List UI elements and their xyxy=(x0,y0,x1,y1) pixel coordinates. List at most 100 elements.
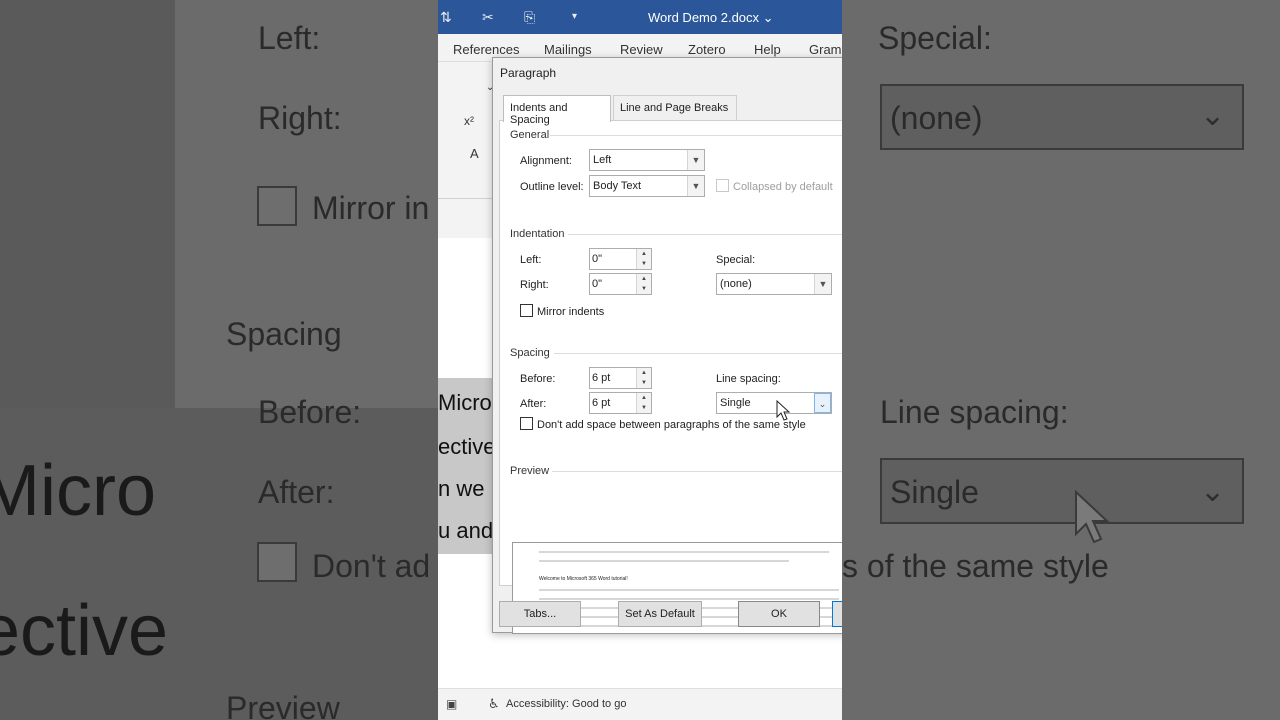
mouse-cursor-icon xyxy=(776,400,791,421)
section-rule xyxy=(568,234,842,235)
spacing-after-spinner[interactable]: 6 pt ▲ ▼ xyxy=(589,392,652,414)
autosave-icon[interactable]: ⇅ xyxy=(440,9,452,26)
tabs-button[interactable]: Tabs... xyxy=(499,601,581,627)
spin-down-icon[interactable]: ▼ xyxy=(637,378,651,388)
bg-same-style-label: s of the same style xyxy=(842,548,1109,584)
cut-icon[interactable]: ✂ xyxy=(482,9,494,26)
paste-icon[interactable]: ⎘ xyxy=(524,9,535,26)
page-view-icon[interactable]: ▣ xyxy=(446,697,457,711)
outline-level-label: Outline level: xyxy=(520,181,584,193)
bg-preview-label: Preview xyxy=(226,690,340,720)
bg-special-value: (none) xyxy=(890,100,983,136)
bg-after-label: After: xyxy=(258,474,335,510)
preview-previous-line xyxy=(539,560,789,562)
spacing-after-label: After: xyxy=(520,398,547,410)
background-right-zoom: Special: (none) ⌄ Line spacing: Single ⌄… xyxy=(842,0,1280,720)
superscript-icon[interactable]: x² xyxy=(464,114,474,128)
doc-line-2: ective xyxy=(438,434,496,459)
bg-doc-text-1: Micro xyxy=(0,451,156,531)
section-rule xyxy=(554,353,842,354)
bg-line-spacing-label: Line spacing: xyxy=(880,394,1069,430)
spin-up-icon[interactable]: ▲ xyxy=(637,368,651,378)
special-dropdown-arrow-icon[interactable]: ▼ xyxy=(814,274,831,294)
spacing-before-spinner[interactable]: 6 pt ▲ ▼ xyxy=(589,367,652,389)
bg-mirror-label: Mirror in xyxy=(312,190,430,226)
tab-zotero[interactable]: Zotero xyxy=(688,42,726,57)
set-as-default-button[interactable]: Set As Default xyxy=(618,601,702,627)
collapsed-by-default-checkbox[interactable] xyxy=(716,179,729,192)
bg-dont-add-label: Don't ad xyxy=(312,548,431,584)
preview-previous-line xyxy=(539,551,829,553)
tab-review[interactable]: Review xyxy=(620,42,663,57)
tab-references[interactable]: References xyxy=(453,42,519,57)
ok-button[interactable]: OK xyxy=(738,601,820,627)
line-spacing-select[interactable]: Single ⌄ xyxy=(716,392,832,414)
ruler xyxy=(438,198,498,199)
dont-add-space-label: Don't add space between paragraphs of th… xyxy=(537,419,806,431)
section-rule xyxy=(550,135,842,136)
bg-left-label: Left: xyxy=(258,20,321,56)
mirror-indents-label: Mirror indents xyxy=(537,306,605,318)
section-preview: Preview xyxy=(510,465,550,477)
special-value: (none) xyxy=(720,278,752,290)
section-general: General xyxy=(510,129,550,141)
spin-down-icon[interactable]: ▼ xyxy=(637,284,651,294)
spin-down-icon[interactable]: ▼ xyxy=(637,403,651,413)
spacing-before-value: 6 pt xyxy=(592,372,611,384)
spin-up-icon[interactable]: ▲ xyxy=(637,393,651,403)
document-selection: Micros ective n we u and xyxy=(438,378,503,554)
spin-up-icon[interactable]: ▲ xyxy=(637,274,651,284)
section-indentation: Indentation xyxy=(510,228,565,240)
word-title-bar: ⇅ ✂ ⎘ ▾ Word Demo 2.docx ⌄ xyxy=(438,0,842,34)
preview-following-line xyxy=(539,589,839,591)
alignment-select[interactable]: Left ▼ xyxy=(589,149,705,171)
accessibility-icon[interactable]: ♿ xyxy=(488,696,500,712)
background-left-zoom: Left: Right: Mirror in Spacing Before: A… xyxy=(0,0,438,720)
outline-level-select[interactable]: Body Text ▼ xyxy=(589,175,705,197)
bg-line-spacing-value: Single xyxy=(890,474,979,510)
mirror-indents-checkbox[interactable] xyxy=(520,304,533,317)
indents-spacing-panel: General Alignment: Left ▼ Outline level:… xyxy=(499,120,842,634)
bg-special-label: Special: xyxy=(878,20,992,56)
tab-grammarly[interactable]: Gram xyxy=(809,42,842,57)
indent-right-value: 0" xyxy=(592,278,603,290)
alignment-value: Left xyxy=(593,154,612,166)
bg-line-spacing-chevron-icon: ⌄ xyxy=(1200,475,1226,508)
line-spacing-label: Line spacing: xyxy=(716,373,781,385)
text-effects-icon[interactable]: A xyxy=(470,146,479,161)
background-left-shadow xyxy=(0,0,175,408)
cancel-button[interactable] xyxy=(832,601,842,627)
line-spacing-dropdown-arrow-icon[interactable]: ⌄ xyxy=(814,393,831,413)
spin-up-icon[interactable]: ▲ xyxy=(637,249,651,259)
bg-before-label: Before: xyxy=(258,394,362,430)
bg-mouse-cursor-icon xyxy=(1075,490,1110,544)
outline-level-value: Body Text xyxy=(593,180,642,192)
tab-indents-and-spacing[interactable]: Indents and Spacing xyxy=(503,95,611,126)
bg-dont-add-checkbox xyxy=(257,542,297,582)
indent-left-spinner[interactable]: 0" ▲ ▼ xyxy=(589,248,652,270)
alignment-dropdown-arrow-icon[interactable]: ▼ xyxy=(687,150,704,170)
spin-down-icon[interactable]: ▼ xyxy=(637,259,651,269)
status-bar: ▣ ♿ Accessibility: Good to go xyxy=(438,688,842,720)
dialog-tabs: Indents and Spacing Line and Page Breaks xyxy=(499,95,842,126)
bg-special-chevron-icon: ⌄ xyxy=(1200,99,1226,132)
tab-line-and-page-breaks[interactable]: Line and Page Breaks xyxy=(613,95,737,121)
tab-mailings[interactable]: Mailings xyxy=(544,42,592,57)
ribbon-body: ⌄ x² A xyxy=(438,62,498,238)
special-select[interactable]: (none) ▼ xyxy=(716,273,832,295)
document-title[interactable]: Word Demo 2.docx ⌄ xyxy=(648,10,774,26)
bg-doc-text-2: ective xyxy=(0,591,169,671)
tab-help[interactable]: Help xyxy=(754,42,781,57)
indent-left-label: Left: xyxy=(520,254,542,266)
bg-mirror-checkbox xyxy=(257,186,297,226)
outline-level-dropdown-arrow-icon[interactable]: ▼ xyxy=(687,176,704,196)
quick-access-dropdown-icon[interactable]: ▾ xyxy=(572,11,577,22)
indent-right-spinner[interactable]: 0" ▲ ▼ xyxy=(589,273,652,295)
doc-line-4: u and xyxy=(438,518,494,543)
preview-following-line xyxy=(539,598,839,600)
word-window: ⇅ ✂ ⎘ ▾ Word Demo 2.docx ⌄ References Ma… xyxy=(438,0,842,720)
dont-add-space-checkbox[interactable] xyxy=(520,417,533,430)
indent-left-value: 0" xyxy=(592,253,603,265)
indent-right-label: Right: xyxy=(520,279,549,291)
accessibility-status[interactable]: Accessibility: Good to go xyxy=(506,698,626,710)
